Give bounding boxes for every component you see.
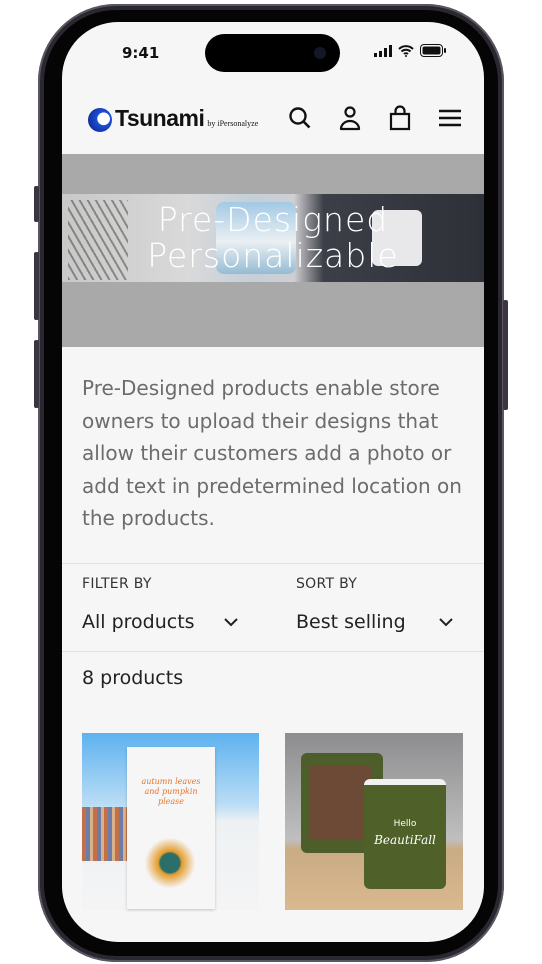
signal-icon (374, 44, 392, 57)
status-time: 9:41 (122, 44, 160, 62)
product-count: 8 products (82, 667, 184, 689)
wave-logo-icon (88, 107, 112, 132)
dynamic-island (205, 34, 340, 72)
search-icon[interactable] (286, 104, 314, 132)
mute-switch (34, 186, 39, 222)
divider (62, 563, 484, 564)
title-line-2: Personalizable (147, 236, 399, 275)
sort-select[interactable]: Best selling (296, 611, 406, 633)
product-image: autumn leaves and pumpkin please (127, 747, 215, 909)
wifi-icon (398, 44, 414, 57)
filter-select[interactable]: All products (82, 611, 195, 633)
status-bar: 9:41 (62, 22, 484, 82)
collection-title: Pre-Designed Personalizable (62, 202, 484, 274)
title-line-1: Pre-Designed (157, 200, 389, 239)
volume-up-button (34, 252, 39, 320)
product-image-text: autumn leaves and pumpkin please (141, 777, 201, 806)
sort-label: SORT BY (296, 576, 358, 592)
product-card-towel[interactable]: autumn leaves and pumpkin please (82, 733, 259, 910)
filter-label: FILTER BY (82, 576, 152, 592)
mug-text-script: BeautiFall (374, 833, 436, 847)
battery-icon (420, 44, 446, 57)
menu-icon[interactable] (436, 104, 464, 132)
logo-text: Tsunami (115, 104, 205, 131)
logo-byline: by iPersonalyze (207, 118, 259, 128)
site-header: Tsunami by iPersonalyze (62, 84, 484, 152)
chevron-down-icon[interactable] (223, 616, 239, 628)
camera-icon (314, 47, 326, 59)
mug-image: Hello BeautiFall (364, 779, 446, 889)
cart-icon[interactable] (386, 104, 414, 132)
volume-down-button (34, 340, 39, 408)
power-button (503, 300, 508, 410)
chevron-down-icon[interactable] (438, 616, 454, 628)
product-card-mug[interactable]: Hello BeautiFall (285, 733, 463, 910)
account-icon[interactable] (336, 104, 364, 132)
divider (62, 651, 484, 652)
collection-banner: Pre-Designed Personalizable (62, 154, 484, 347)
collection-description: Pre-Designed products enable store owner… (82, 376, 462, 530)
mug-text-hello: Hello (393, 819, 417, 829)
screen: 9:41 Tsunami by iPersonalyze Pre-Designe… (62, 22, 484, 942)
logo[interactable]: Tsunami by iPersonalyze (88, 105, 258, 132)
